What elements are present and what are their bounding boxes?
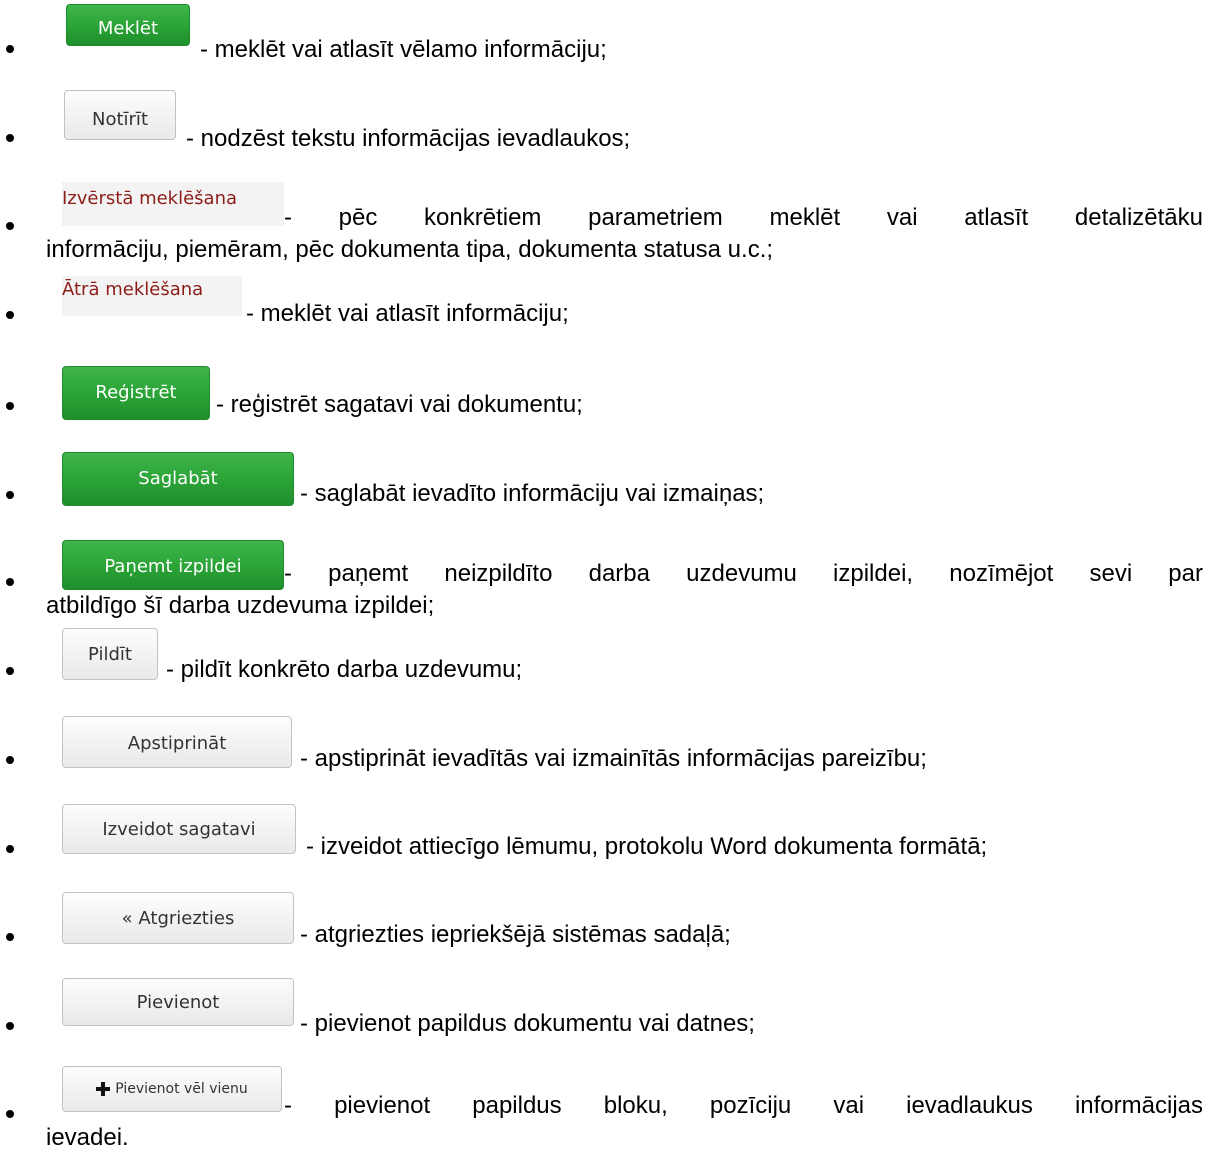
item-description: - izveidot attiecīgo lēmumu, protokolu W… bbox=[306, 833, 988, 860]
fill-button[interactable]: Pildīt bbox=[62, 628, 158, 680]
add-button[interactable]: Pievienot bbox=[62, 978, 294, 1026]
item-description: - meklēt vai atlasīt informāciju; bbox=[246, 300, 569, 327]
item-description: - paņemt neizpildīto darba uzdevumu izpi… bbox=[46, 558, 1203, 622]
item-description: - pēc konkrētiem parametriem meklēt vai … bbox=[46, 202, 1203, 266]
item-description-line-2: ievadei. bbox=[46, 1124, 129, 1151]
bullet-icon bbox=[6, 491, 14, 499]
bullet-icon bbox=[6, 1022, 14, 1030]
bullet-icon bbox=[6, 756, 14, 764]
search-button[interactable]: Meklēt bbox=[66, 4, 190, 46]
item-description: - meklēt vai atlasīt vēlamo informāciju; bbox=[200, 36, 607, 63]
back-button[interactable]: « Atgriezties bbox=[62, 892, 294, 944]
bullet-icon bbox=[6, 402, 14, 410]
clear-button[interactable]: Notīrīt bbox=[64, 90, 176, 140]
item-description: - pievienot papildus bloku, pozīciju vai… bbox=[46, 1090, 1203, 1154]
bullet-icon bbox=[6, 134, 14, 142]
item-description-line-1: - pēc konkrētiem parametriem meklēt vai … bbox=[284, 204, 1203, 231]
item-description-line-1: - paņemt neizpildīto darba uzdevumu izpi… bbox=[284, 560, 1203, 587]
item-description: - nodzēst tekstu informācijas ievadlauko… bbox=[186, 125, 631, 152]
create-draft-button[interactable]: Izveidot sagatavi bbox=[62, 804, 296, 854]
bullet-icon bbox=[6, 578, 14, 586]
item-description: - pildīt konkrēto darba uzdevumu; bbox=[166, 656, 523, 683]
approve-button[interactable]: Apstiprināt bbox=[62, 716, 292, 768]
save-button[interactable]: Saglabāt bbox=[62, 452, 294, 506]
bullet-icon bbox=[6, 311, 14, 319]
item-description-line-2: informāciju, piemēram, pēc dokumenta tip… bbox=[46, 236, 774, 263]
bullet-icon bbox=[6, 933, 14, 941]
item-description: - atgriezties iepriekšējā sistēmas sadaļ… bbox=[300, 921, 731, 948]
item-description: - reģistrēt sagatavi vai dokumentu; bbox=[216, 391, 583, 418]
item-description: - pievienot papildus dokumentu vai datne… bbox=[300, 1010, 755, 1037]
bullet-icon bbox=[6, 667, 14, 675]
item-description: - saglabāt ievadīto informāciju vai izma… bbox=[300, 480, 765, 507]
bullet-icon bbox=[6, 45, 14, 53]
item-description-line-2: atbildīgo šī darba uzdevuma izpildei; bbox=[46, 592, 435, 619]
bullet-icon bbox=[6, 222, 14, 230]
quick-search-link[interactable]: Ātrā meklēšana bbox=[62, 276, 242, 316]
item-description: - apstiprināt ievadītās vai izmainītās i… bbox=[300, 745, 927, 772]
bullet-icon bbox=[6, 1110, 14, 1118]
register-button[interactable]: Reģistrēt bbox=[62, 366, 210, 420]
item-description-line-1: - pievienot papildus bloku, pozīciju vai… bbox=[284, 1092, 1203, 1119]
bullet-icon bbox=[6, 845, 14, 853]
